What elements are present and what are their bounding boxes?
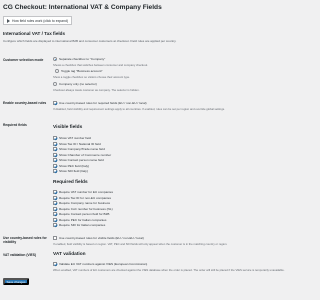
visible-field-item[interactable]: Show PEC field (Italy) [53, 163, 90, 168]
visible-field-item[interactable]: Show Contact person name field [53, 158, 104, 162]
visible-field-checkbox[interactable] [53, 158, 57, 162]
vies-validation-checkbox-label: Validate EU VAT numbers against VIES (Eu… [59, 262, 148, 266]
country-rules-control[interactable]: Use country-based rules for required fie… [53, 101, 147, 105]
visible-field-item[interactable]: Show VAT number field [53, 136, 91, 140]
radio-company-only[interactable] [53, 82, 57, 86]
option-label: Toggle tag "Business account" [61, 69, 103, 73]
visible-field-label: Show Company/Trade name field [59, 147, 105, 151]
section-title: International VAT / Tax fields [3, 31, 66, 36]
required-field-checkbox[interactable] [53, 195, 57, 200]
customer-selection-label: Customer selection mode [3, 58, 44, 62]
required-field-label: Require PEC for Italian companies [59, 217, 107, 222]
required-fields-heading: Required fields [53, 180, 88, 185]
help-toggle-label: How field rules work (click to expand) [12, 18, 68, 23]
radio-company-checkbox[interactable] [53, 57, 57, 61]
visibility-rules-checkbox-label: Use country-based rules for visible fiel… [59, 236, 144, 240]
required-field-checkbox[interactable] [53, 217, 57, 222]
required-field-label: Require Company name for business [59, 201, 111, 205]
option-label: Separate checkbox to "Company" [59, 57, 106, 61]
visibility-rules-label: Use country-based rules for visibility [3, 236, 47, 244]
required-field-label: Require SDI for Italian companies [59, 223, 106, 227]
visible-field-checkbox[interactable] [53, 147, 57, 151]
required-field-checkbox[interactable] [53, 223, 57, 227]
required-field-label: Require Contact person field for B2B [59, 212, 110, 216]
customer-selection-help-2: Show a toggle checkbox so visitors choos… [53, 75, 130, 79]
visible-field-checkbox[interactable] [53, 163, 57, 168]
visible-field-item[interactable]: Show Tax ID / National ID field [53, 141, 101, 146]
visibility-rules-help: If enabled, field visibility is based on… [53, 242, 228, 246]
customer-selection-help-1: Shows a checkbox that switches between c… [53, 63, 148, 67]
visible-fields-heading: Visible fields [53, 125, 83, 130]
required-field-checkbox[interactable] [53, 206, 57, 211]
radio-business-toggle[interactable] [55, 69, 59, 73]
required-field-item[interactable]: Require Contact person field for B2B [53, 212, 109, 216]
settings-page: CG Checkout: International VAT & Company… [0, 0, 300, 300]
required-field-item[interactable]: Require CoC number for business (NL) [53, 206, 113, 211]
country-rules-help: If disabled, field visibility and requir… [53, 107, 225, 111]
page-title: CG Checkout: International VAT & Company… [3, 4, 162, 11]
visible-field-label: Show Contact person name field [59, 158, 104, 162]
visible-field-item[interactable]: Show Company/Trade name field [53, 147, 105, 151]
expand-triangle-icon [7, 18, 10, 23]
visible-field-checkbox[interactable] [53, 136, 57, 140]
visible-field-label: Show VAT number field [59, 136, 91, 140]
vat-validation-label: VAT validation (VIES) [3, 253, 37, 257]
visible-field-label: Show Tax ID / National ID field [59, 141, 101, 146]
required-field-label: Require VAT number for EU companies [59, 190, 113, 194]
visible-field-label: Show SDI field (Italy) [59, 169, 88, 173]
required-field-item[interactable]: Require Company name for business [53, 201, 110, 205]
visible-field-label: Show Chamber of Commerce number [59, 152, 112, 157]
visible-field-item[interactable]: Show Chamber of Commerce number [53, 152, 112, 157]
required-field-item[interactable]: Require PEC for Italian companies [53, 217, 107, 222]
help-toggle[interactable]: How field rules work (click to expand) [3, 16, 72, 25]
vies-validation-checkbox[interactable] [53, 262, 57, 266]
country-rules-checkbox-label: Use country-based rules for required fie… [59, 101, 147, 105]
required-field-checkbox[interactable] [53, 212, 57, 216]
required-field-checkbox[interactable] [53, 190, 57, 194]
visible-field-item[interactable]: Show SDI field (Italy) [53, 169, 88, 173]
vat-validation-help: When enabled, VAT numbers of EU customer… [53, 268, 285, 272]
visible-field-checkbox[interactable] [53, 141, 57, 146]
section-description: Configure which fields are displayed to … [3, 39, 177, 43]
required-field-label: Require CoC number for business (NL) [59, 206, 113, 211]
required-field-item[interactable]: Require VAT number for EU companies [53, 190, 113, 194]
customer-selection-option-0[interactable]: Separate checkbox to "Company" [53, 57, 105, 61]
country-rules-checkbox[interactable] [53, 101, 57, 105]
country-rules-label: Enable country-based rules [3, 101, 47, 105]
customer-selection-help-3: Checkout always treats customer as compa… [53, 88, 140, 92]
customer-selection-option-2[interactable]: Company only (no selector) [53, 82, 97, 86]
vat-validation-heading: VAT validation [53, 252, 86, 257]
customer-selection-option-1[interactable]: Toggle tag "Business account" [55, 69, 103, 73]
vat-validation-control[interactable]: Validate EU VAT numbers against VIES (Eu… [53, 262, 147, 266]
required-fields-label: Required fields [3, 123, 27, 127]
required-field-checkbox[interactable] [53, 201, 57, 205]
visibility-rules-checkbox[interactable] [53, 236, 57, 240]
visible-field-checkbox[interactable] [53, 169, 57, 173]
required-field-item[interactable]: Require Tax ID for non-EU companies [53, 195, 112, 200]
option-label: Company only (no selector) [59, 82, 97, 86]
save-button[interactable]: Save changes [3, 278, 29, 285]
required-field-item[interactable]: Require SDI for Italian companies [53, 223, 105, 227]
visibility-rules-control[interactable]: Use country-based rules for visible fiel… [53, 236, 144, 240]
visible-field-checkbox[interactable] [53, 152, 57, 157]
visible-field-label: Show PEC field (Italy) [59, 163, 90, 168]
required-field-label: Require Tax ID for non-EU companies [59, 195, 112, 200]
